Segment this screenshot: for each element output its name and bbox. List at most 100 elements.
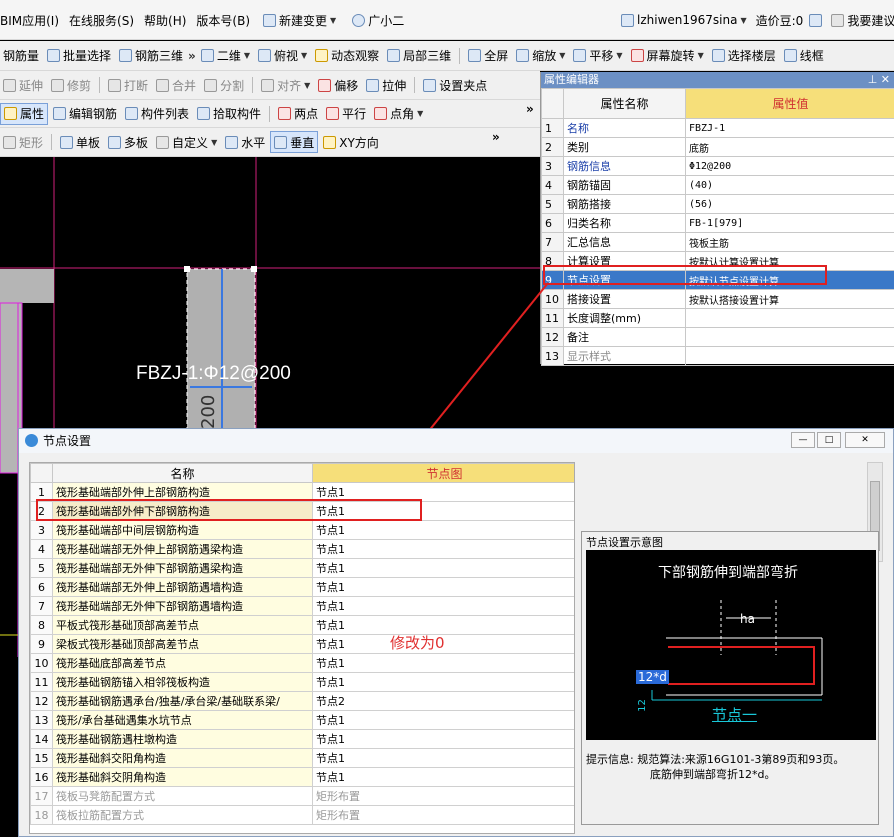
property-value[interactable] <box>685 327 894 347</box>
top-view-button[interactable]: 俯视 ▼ <box>255 45 310 67</box>
node-row[interactable]: 15 筏形基础斜交阳角构造 节点1 <box>30 748 574 768</box>
node-value[interactable]: 节点1 <box>312 558 574 578</box>
menu-bim[interactable]: BIM应用(I) <box>0 12 59 29</box>
single-slab-button[interactable]: 单板 <box>57 131 103 153</box>
property-value[interactable]: Φ12@200 <box>685 156 894 176</box>
property-row[interactable]: 3 钢筋信息 Φ12@200 <box>541 156 894 176</box>
node-row[interactable]: 4 筏形基础端部无外伸上部钢筋遇梁构造 节点1 <box>30 539 574 559</box>
node-row[interactable]: 18 筏板拉筋配置方式 矩形布置 <box>30 805 574 825</box>
node-row[interactable]: 11 筏形基础钢筋锚入相邻筏板构造 节点1 <box>30 672 574 692</box>
rotate-button[interactable]: 屏幕旋转 ▼ <box>628 45 707 67</box>
node-value[interactable]: 节点1 <box>312 672 574 692</box>
node-value[interactable]: 节点1 <box>312 539 574 559</box>
node-row[interactable]: 16 筏形基础斜交阴角构造 节点1 <box>30 767 574 787</box>
property-row[interactable]: 11 长度调整(mm) <box>541 308 894 328</box>
pan-button[interactable]: 平移 ▼ <box>570 45 625 67</box>
property-row[interactable]: 2 类别 底筋 <box>541 137 894 157</box>
node-row[interactable]: 6 筏形基础端部无外伸上部钢筋遇墙构造 节点1 <box>30 577 574 597</box>
dynamic-view-button[interactable]: 动态观察 <box>312 45 382 67</box>
node-value[interactable]: 节点1 <box>312 710 574 730</box>
two-points-button[interactable]: 两点 <box>275 103 321 125</box>
user-menu[interactable]: lzhiwen1967sina ▼ <box>618 9 750 31</box>
rebar-quantity-button[interactable]: 钢筋量 <box>0 45 42 67</box>
merge-button[interactable]: 合并 <box>153 74 199 96</box>
node-row[interactable]: 14 筏形基础钢筋遇柱墩构造 节点1 <box>30 729 574 749</box>
menu-version[interactable]: 版本号(B) <box>196 12 250 29</box>
trim-button[interactable]: 修剪 <box>48 74 94 96</box>
suggest-button[interactable]: 我要建议 <box>828 9 894 31</box>
node-value[interactable]: 节点1 <box>312 748 574 768</box>
property-row[interactable]: 4 钢筋锚固 (40) <box>541 175 894 195</box>
align-button[interactable]: 对齐 ▼ <box>258 74 313 96</box>
fullscreen-button[interactable]: 全屏 <box>465 45 511 67</box>
node-value[interactable]: 节点1 <box>312 767 574 787</box>
node-row[interactable]: 7 筏形基础端部无外伸下部钢筋遇墙构造 节点1 <box>30 596 574 616</box>
property-value[interactable]: 底筋 <box>685 137 894 157</box>
node-row[interactable]: 9 梁板式筏形基础顶部高差节点 节点1 <box>30 634 574 654</box>
menu-online[interactable]: 在线服务(S) <box>69 12 134 29</box>
property-row[interactable]: 10 搭接设置 按默认搭接设置计算 <box>541 289 894 309</box>
property-value[interactable] <box>685 346 894 366</box>
property-value[interactable]: 筏板主筋 <box>685 232 894 252</box>
multi-slab-button[interactable]: 多板 <box>105 131 151 153</box>
property-value[interactable]: 按默认搭接设置计算 <box>685 289 894 309</box>
property-row[interactable]: 5 钢筋搭接 (56) <box>541 194 894 214</box>
stretch-button[interactable]: 拉伸 <box>363 74 409 96</box>
property-value[interactable]: FBZJ-1 <box>685 118 894 138</box>
split-button[interactable]: 分割 <box>201 74 247 96</box>
horizontal-button[interactable]: 水平 <box>222 131 268 153</box>
node-row[interactable]: 12 筏形基础钢筋遇承台/独基/承台梁/基础联系梁/节点2 <box>30 691 574 711</box>
maximize-button[interactable]: □ <box>817 432 841 448</box>
parallel-button[interactable]: 平行 <box>323 103 369 125</box>
select-floor-button[interactable]: 选择楼层 <box>709 45 779 67</box>
2d-button[interactable]: 二维 ▼ <box>198 45 253 67</box>
local-3d-button[interactable]: 局部三维 <box>384 45 454 67</box>
set-grip-button[interactable]: 设置夹点 <box>420 74 490 96</box>
pin-icon[interactable]: ⊥ ✕ <box>868 72 890 88</box>
close-button[interactable]: ✕ <box>845 432 885 448</box>
batch-select-button[interactable]: 批量选择 <box>44 45 114 67</box>
node-value[interactable]: 矩形布置 <box>312 805 574 825</box>
property-row[interactable]: 1 名称 FBZJ-1 <box>541 118 894 138</box>
property-value[interactable]: FB-1[979] <box>685 213 894 233</box>
node-row[interactable]: 3 筏形基础端部中间层钢筋构造 节点1 <box>30 520 574 540</box>
node-value[interactable]: 矩形布置 <box>312 786 574 806</box>
break-button[interactable]: 打断 <box>105 74 151 96</box>
property-value[interactable] <box>685 308 894 328</box>
edit-rebar-button[interactable]: 编辑钢筋 <box>50 103 120 125</box>
node-value[interactable]: 节点1 <box>312 577 574 597</box>
node-value[interactable]: 节点1 <box>312 653 574 673</box>
node-row[interactable]: 13 筏形/承台基础遇集水坑节点 节点1 <box>30 710 574 730</box>
rectangle-button[interactable]: 矩形 <box>0 131 46 153</box>
property-value[interactable]: (40) <box>685 175 894 195</box>
node-row[interactable]: 5 筏形基础端部无外伸下部钢筋遇梁构造 节点1 <box>30 558 574 578</box>
property-button[interactable]: 属性 <box>0 102 49 125</box>
property-value[interactable]: (56) <box>685 194 894 214</box>
node-value[interactable]: 节点2 <box>312 691 574 711</box>
property-row[interactable]: 12 备注 <box>541 327 894 347</box>
node-value[interactable]: 节点1 <box>312 520 574 540</box>
offset-button[interactable]: 偏移 <box>315 74 361 96</box>
menu-help[interactable]: 帮助(H) <box>144 12 186 29</box>
component-list-button[interactable]: 构件列表 <box>122 103 192 125</box>
more-icon[interactable]: » <box>492 130 500 144</box>
new-change-button[interactable]: 新建变更 ▼ <box>260 9 339 31</box>
property-row[interactable]: 6 归类名称 FB-1[979] <box>541 213 894 233</box>
node-row[interactable]: 17 筏板马凳筋配置方式 矩形布置 <box>30 786 574 806</box>
zoom-button[interactable]: 缩放 ▼ <box>513 45 568 67</box>
rebar-3d-button[interactable]: 钢筋三维 <box>116 45 186 67</box>
node-value[interactable]: 节点1 <box>312 596 574 616</box>
property-row[interactable]: 7 汇总信息 筏板主筋 <box>541 232 894 252</box>
pick-component-button[interactable]: 拾取构件 <box>194 103 264 125</box>
more-icon[interactable]: » <box>188 49 196 63</box>
wireframe-button[interactable]: 线框 <box>781 45 827 67</box>
more-icon[interactable]: » <box>526 102 534 116</box>
vertical-button[interactable]: 垂直 <box>270 131 319 153</box>
node-row[interactable]: 10 筏形基础底部高差节点 节点1 <box>30 653 574 673</box>
assistant-button[interactable]: 广小二 <box>349 9 407 31</box>
custom-button[interactable]: 自定义 ▼ <box>153 131 220 153</box>
node-row[interactable]: 8 平板式筏形基础顶部高差节点 节点1 <box>30 615 574 635</box>
property-row[interactable]: 13 显示样式 <box>541 346 894 366</box>
point-angle-button[interactable]: 点角 ▼ <box>371 103 426 125</box>
minimize-button[interactable]: — <box>791 432 815 448</box>
